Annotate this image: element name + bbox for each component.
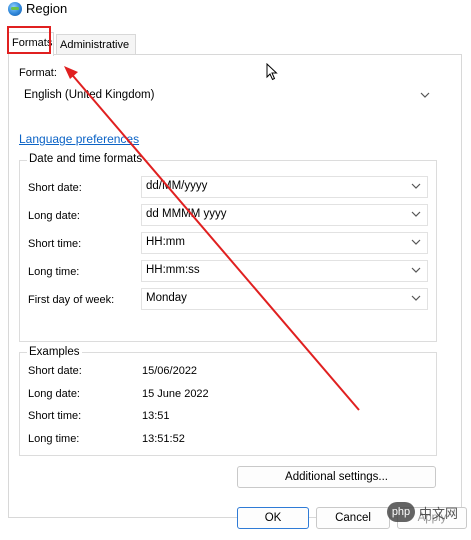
example-short-date-value: 15/06/2022 [142,365,198,377]
title-bar: Region [0,0,471,20]
short-time-label: Short time: [28,238,82,250]
mouse-pointer-icon [266,62,278,81]
chevron-down-icon [419,89,431,101]
example-short-date-label: Short date: [28,365,82,377]
first-day-of-week-value: Monday [146,292,187,304]
long-time-label: Long time: [28,266,80,278]
short-time-value: HH:mm [146,236,185,248]
date-time-formats-title: Date and time formats [27,153,145,165]
chevron-down-icon [410,180,422,192]
first-day-of-week-dropdown[interactable]: Monday [141,288,428,310]
short-time-dropdown[interactable]: HH:mm [141,232,428,254]
format-dropdown[interactable]: English (United Kingdom) [19,85,437,107]
formats-tab-highlight-box [7,26,51,54]
additional-settings-button[interactable]: Additional settings... [237,466,436,488]
example-long-date-value: 15 June 2022 [142,388,209,400]
example-short-time-label: Short time: [28,410,82,422]
examples-title: Examples [27,346,82,358]
watermark-text: 中文网 [419,506,459,521]
window-title: Region [26,1,68,16]
example-short-time-value: 13:51 [142,410,170,422]
long-time-value: HH:mm:ss [146,264,200,276]
chevron-down-icon [410,236,422,248]
chevron-down-icon [410,264,422,276]
cancel-button[interactable]: Cancel [316,507,390,529]
tab-administrative[interactable]: Administrative [56,34,136,54]
long-time-dropdown[interactable]: HH:mm:ss [141,260,428,282]
example-long-time-value: 13:51:52 [142,433,185,445]
short-date-dropdown[interactable]: dd/MM/yyyy [141,176,428,198]
chevron-down-icon [410,208,422,220]
format-label: Format: [19,67,57,79]
example-long-date-label: Long date: [28,388,80,400]
language-preferences-link[interactable]: Language preferences [19,132,139,146]
site-watermark: php 中文网 [387,498,467,526]
long-date-value: dd MMMM yyyy [146,208,227,220]
short-date-value: dd/MM/yyyy [146,180,208,192]
long-date-dropdown[interactable]: dd MMMM yyyy [141,204,428,226]
region-globe-icon [8,2,22,16]
php-logo: php [387,502,415,522]
tab-strip: Formats Administrative [8,32,471,56]
format-value: English (United Kingdom) [24,89,155,101]
short-date-label: Short date: [28,182,82,194]
chevron-down-icon [410,292,422,304]
first-day-of-week-label: First day of week: [28,294,115,306]
ok-button[interactable]: OK [237,507,309,529]
long-date-label: Long date: [28,210,80,222]
example-long-time-label: Long time: [28,433,80,445]
